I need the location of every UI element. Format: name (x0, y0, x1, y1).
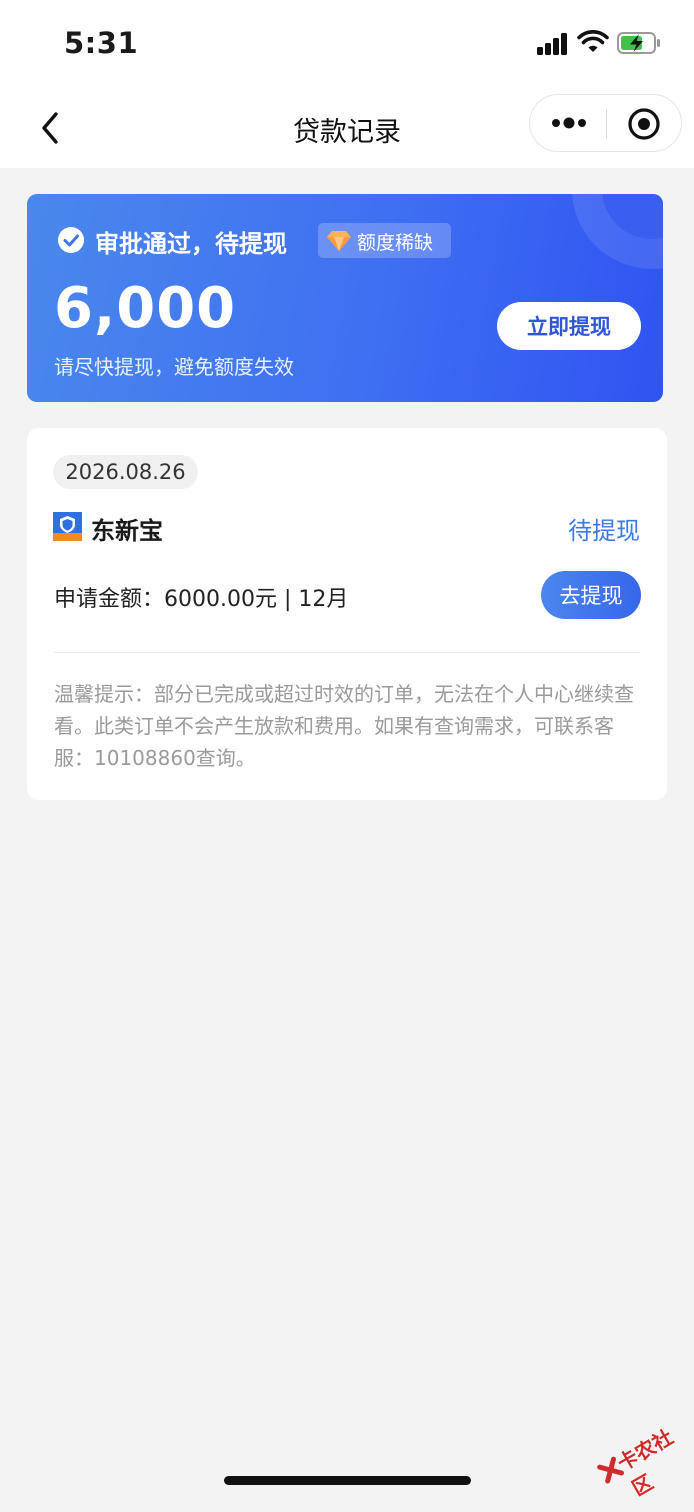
go-withdraw-button[interactable]: 去提现 (541, 571, 641, 619)
cellular-signal-icon (537, 33, 569, 55)
watermark-text: 卡农社区 (613, 1424, 678, 1501)
wifi-icon (577, 30, 609, 52)
miniprogram-capsule (529, 94, 682, 152)
record-date: 2026.08.26 (53, 455, 198, 489)
capsule-divider (606, 109, 607, 139)
battery-charging-icon (617, 32, 660, 54)
check-circle-icon (58, 227, 84, 253)
card-divider (54, 652, 640, 653)
brand-name: 东新宝 (91, 517, 163, 545)
apply-amount-info: 申请金额：6000.00元 | 12月 (54, 587, 349, 612)
approval-status-text: 审批通过，待提现 (95, 230, 287, 258)
record-status: 待提现 (568, 517, 640, 545)
loan-record-card: 2026.08.26 东新宝 待提现 申请金额：6000.00元 | 12月 去… (27, 428, 667, 800)
scarce-badge-label: 额度稀缺 (357, 232, 434, 254)
withdraw-now-button[interactable]: 立即提现 (497, 302, 641, 350)
scarce-badge: 额度稀缺 (318, 223, 451, 258)
banner-hint: 请尽快提现，避免额度失效 (54, 355, 294, 379)
brand-logo-icon (53, 512, 82, 541)
close-miniprogram-icon[interactable] (627, 107, 661, 141)
approved-amount: 6,000 (54, 276, 237, 341)
approval-banner: 审批通过，待提现 额度稀缺 6,000 请尽快提现，避免额度失效 立即提现 (27, 194, 663, 402)
status-bar: 5:31 (0, 0, 694, 88)
watermark: 卡农社区 (579, 1390, 694, 1501)
decorative-ring (572, 194, 663, 269)
more-icon[interactable] (550, 109, 590, 137)
nav-bar: 贷款记录 (0, 88, 694, 168)
home-indicator (224, 1476, 471, 1485)
warm-tip-text: 温馨提示：部分已完成或超过时效的订单，无法在个人中心继续查看。此类订单不会产生放… (54, 682, 634, 770)
diamond-icon (327, 231, 351, 251)
status-time: 5:31 (64, 26, 139, 60)
